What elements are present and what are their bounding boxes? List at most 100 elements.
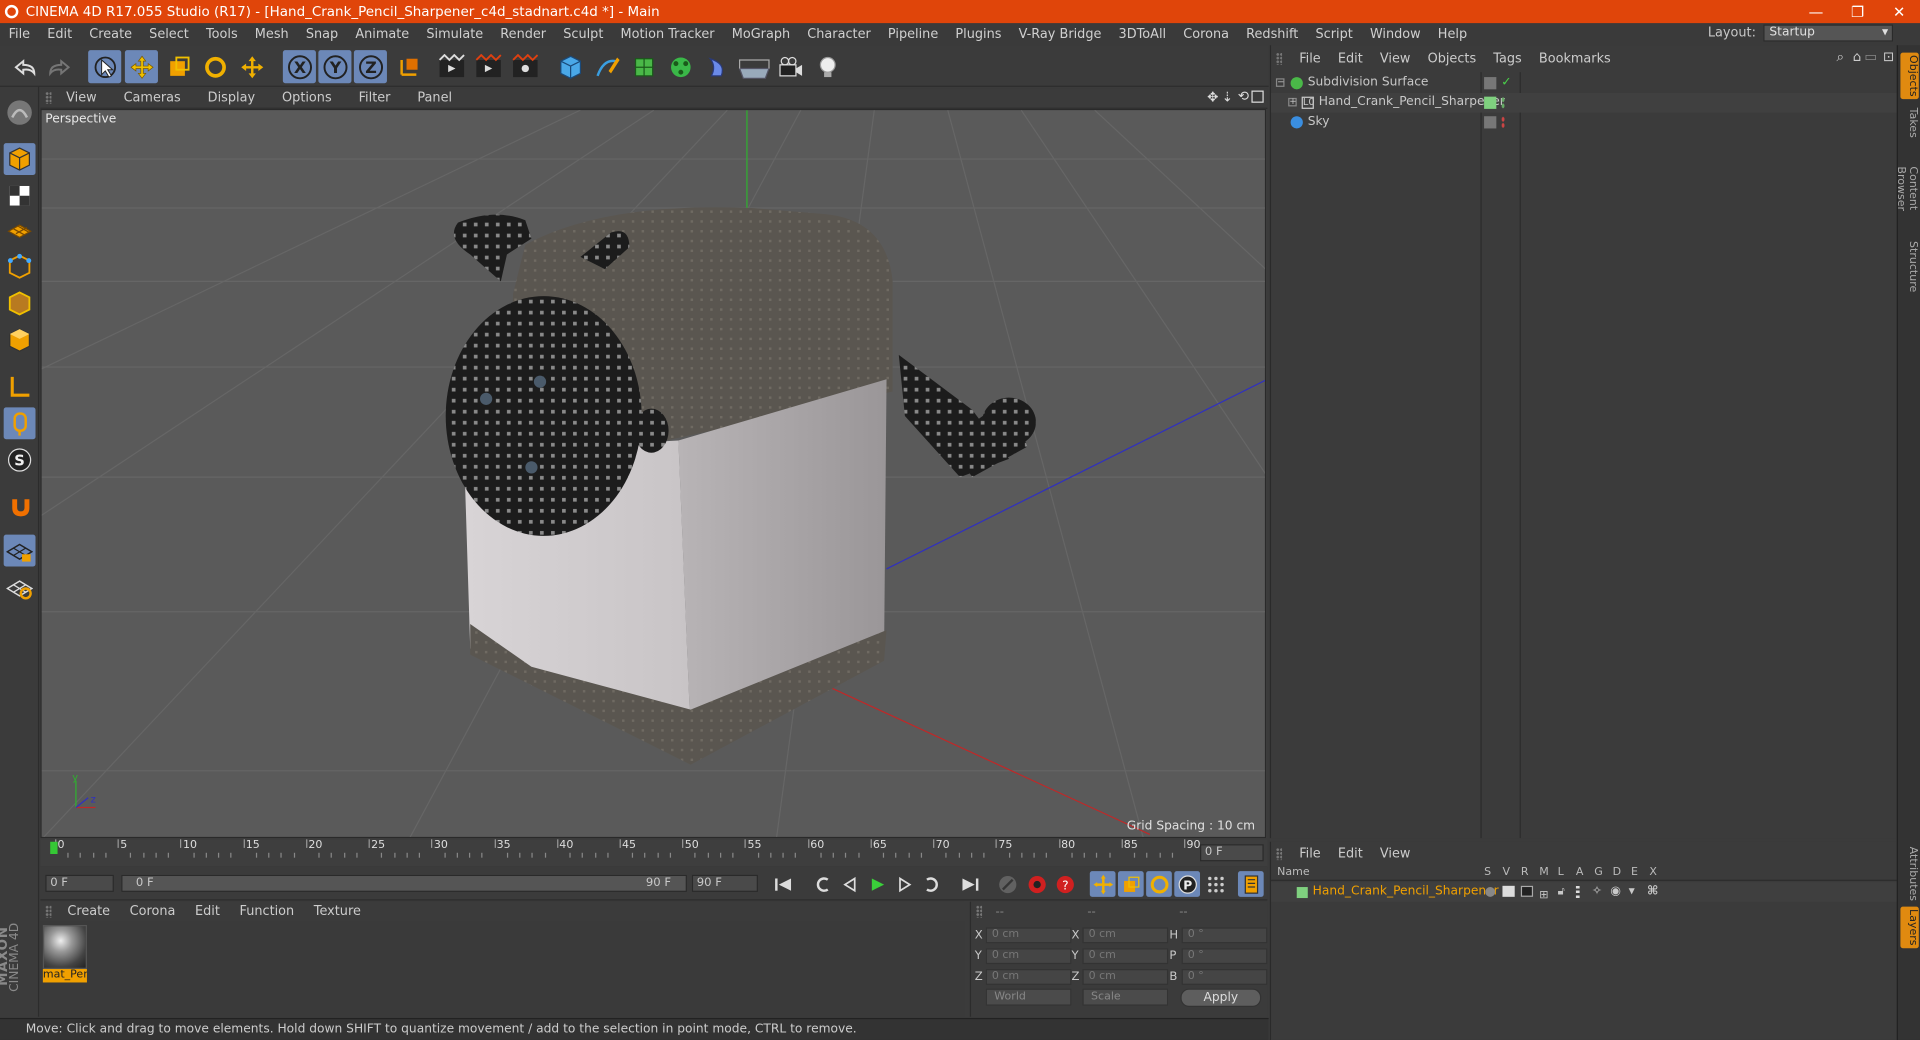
timeline-window-icon[interactable] xyxy=(1237,871,1264,897)
layer-menu-edit[interactable]: Edit xyxy=(1329,847,1371,862)
play-icon[interactable] xyxy=(863,871,889,897)
vp-menu-options[interactable]: Options xyxy=(269,91,346,106)
restore-button[interactable]: ❐ xyxy=(1837,0,1879,23)
tab-objects[interactable]: Objects xyxy=(1900,52,1919,100)
vp-pan-icon[interactable]: ✥ xyxy=(1207,89,1218,105)
start-frame-field[interactable]: 0 F xyxy=(45,874,114,892)
apply-button[interactable]: Apply xyxy=(1180,988,1262,1007)
menu-render[interactable]: Render xyxy=(492,27,555,42)
key-position-icon[interactable] xyxy=(1089,871,1116,897)
viewport-camera-label[interactable]: Perspective xyxy=(45,113,116,126)
deformer-icon[interactable] xyxy=(700,50,733,83)
minimize-panel-icon[interactable]: ▭ xyxy=(1864,49,1877,65)
autokey-icon[interactable] xyxy=(1024,871,1050,897)
menu-create[interactable]: Create xyxy=(81,27,141,42)
rot-b-field[interactable]: 0 ° xyxy=(1181,969,1268,985)
menu-pipeline[interactable]: Pipeline xyxy=(879,27,946,42)
layer-animation-icon[interactable] xyxy=(1575,885,1580,899)
maximize-panel-icon[interactable]: ⊡ xyxy=(1883,49,1894,65)
collapse-icon[interactable]: − xyxy=(1275,78,1285,87)
key-parameter-icon[interactable]: P xyxy=(1174,871,1201,897)
menu-edit[interactable]: Edit xyxy=(39,27,81,42)
layer-generators-icon[interactable]: ✧ xyxy=(1592,882,1602,902)
size-y-field[interactable]: 0 cm xyxy=(1082,948,1169,965)
layer-menu-file[interactable]: File xyxy=(1291,847,1330,862)
key-rotation-icon[interactable] xyxy=(1146,871,1172,897)
search-icon[interactable]: ⌕ xyxy=(1837,49,1845,66)
mat-menu-corona[interactable]: Corona xyxy=(120,904,185,919)
menu-file[interactable]: File xyxy=(0,27,39,42)
pos-y-field[interactable]: 0 cm xyxy=(985,948,1072,965)
vp-menu-cameras[interactable]: Cameras xyxy=(110,91,194,106)
enabled-check-icon[interactable]: ✓ xyxy=(1501,73,1511,93)
perspective-viewport[interactable]: y z Perspective Grid Spacing : 10 cm xyxy=(40,108,1267,839)
undo-icon[interactable] xyxy=(7,50,40,83)
menu-simulate[interactable]: Simulate xyxy=(418,27,492,42)
current-frame-field[interactable]: 0 F xyxy=(1200,844,1264,862)
layer-color-icon[interactable] xyxy=(1484,96,1497,109)
size-mode-dropdown[interactable]: Scale xyxy=(1082,988,1169,1006)
layer-expressions-icon[interactable]: ▾ xyxy=(1629,882,1635,902)
render-to-picture-viewer-icon[interactable] xyxy=(471,50,504,83)
menu-sculpt[interactable]: Sculpt xyxy=(555,27,612,42)
obj-menu-edit[interactable]: Edit xyxy=(1329,51,1371,66)
tab-layers[interactable]: Layers xyxy=(1900,906,1919,949)
size-z-field[interactable]: 0 cm xyxy=(1082,969,1169,985)
close-button[interactable]: ✕ xyxy=(1878,0,1920,23)
tab-structure[interactable]: Structure xyxy=(1900,239,1919,295)
object-row-sky[interactable]: Sky xyxy=(1271,113,1898,133)
z-axis-lock-icon[interactable]: Z xyxy=(353,50,387,84)
make-editable-icon[interactable] xyxy=(4,97,36,129)
snap-magnet-icon[interactable] xyxy=(4,491,36,523)
vp-menu-display[interactable]: Display xyxy=(194,91,268,106)
transform-tool-icon[interactable] xyxy=(235,50,268,83)
layer-render-icon[interactable] xyxy=(1520,885,1534,897)
render-view-icon[interactable] xyxy=(435,50,468,83)
object-row-sharpener[interactable]: + L0 Hand_Crank_Pencil_Sharpener xyxy=(1271,92,1898,113)
axis-mode-icon[interactable] xyxy=(4,371,36,403)
layer-color-swatch[interactable] xyxy=(1296,887,1308,899)
obj-menu-view[interactable]: View xyxy=(1371,51,1419,66)
spline-pen-icon[interactable] xyxy=(590,50,623,83)
pos-x-field[interactable]: 0 cm xyxy=(985,927,1072,944)
tab-takes[interactable]: Takes xyxy=(1900,104,1919,141)
tab-content-browser[interactable]: Content Browser xyxy=(1894,146,1918,232)
menu-help[interactable]: Help xyxy=(1429,27,1475,42)
end-frame-field[interactable]: 90 F xyxy=(691,874,758,892)
cloner-icon[interactable] xyxy=(664,50,697,83)
layer-toggle-icon[interactable] xyxy=(1484,116,1497,129)
vp-orbit-icon[interactable]: ⟲ xyxy=(1238,88,1249,104)
keyframe-selection-icon[interactable]: ? xyxy=(1052,871,1078,897)
menu-motion-tracker[interactable]: Motion Tracker xyxy=(612,27,723,42)
layer-view-icon[interactable] xyxy=(1502,885,1515,897)
camera-icon[interactable] xyxy=(774,50,807,83)
layout-dropdown[interactable]: Startup xyxy=(1763,24,1894,42)
coord-mode-dropdown[interactable]: World xyxy=(985,988,1072,1006)
mat-menu-edit[interactable]: Edit xyxy=(185,904,230,919)
menu-vray-bridge[interactable]: V-Ray Bridge xyxy=(1010,27,1110,42)
layer-solo-icon[interactable] xyxy=(1485,887,1496,897)
next-frame-icon[interactable] xyxy=(891,871,917,897)
vp-dolly-icon[interactable]: ⇣ xyxy=(1222,89,1233,105)
timeline-ruler[interactable]: 0 5 10 15 20 25 30 35 40 45 50 55 60 65 70 75 80 85 90 0 F xyxy=(40,839,1268,867)
menu-window[interactable]: Window xyxy=(1361,27,1429,42)
points-mode-icon[interactable] xyxy=(4,251,36,283)
workplane-lock-icon[interactable] xyxy=(3,534,36,567)
menu-3dtoall[interactable]: 3DToAll xyxy=(1110,27,1175,42)
model-mode-icon[interactable] xyxy=(3,143,36,175)
obj-menu-objects[interactable]: Objects xyxy=(1419,51,1485,66)
tab-attributes[interactable]: Attributes xyxy=(1900,843,1919,904)
vp-menu-panel[interactable]: Panel xyxy=(404,91,466,106)
vp-menu-filter[interactable]: Filter xyxy=(345,91,404,106)
menu-mograph[interactable]: MoGraph xyxy=(723,27,799,42)
vp-menu-view[interactable]: View xyxy=(53,91,110,106)
rot-h-field[interactable]: 0 ° xyxy=(1181,927,1268,944)
menu-animate[interactable]: Animate xyxy=(347,27,418,42)
light-icon[interactable] xyxy=(811,50,844,83)
menu-tools[interactable]: Tools xyxy=(197,27,246,42)
move-tool-icon[interactable] xyxy=(124,50,158,84)
obj-menu-file[interactable]: File xyxy=(1291,51,1330,66)
layer-row[interactable]: Hand_Crank_Pencil_Sharpener ⊞ 🔓︎ ✧ ◉ ▾ ⌘ xyxy=(1271,882,1898,902)
coordinate-system-icon[interactable] xyxy=(392,50,425,83)
tweak-mode-icon[interactable] xyxy=(3,407,36,440)
